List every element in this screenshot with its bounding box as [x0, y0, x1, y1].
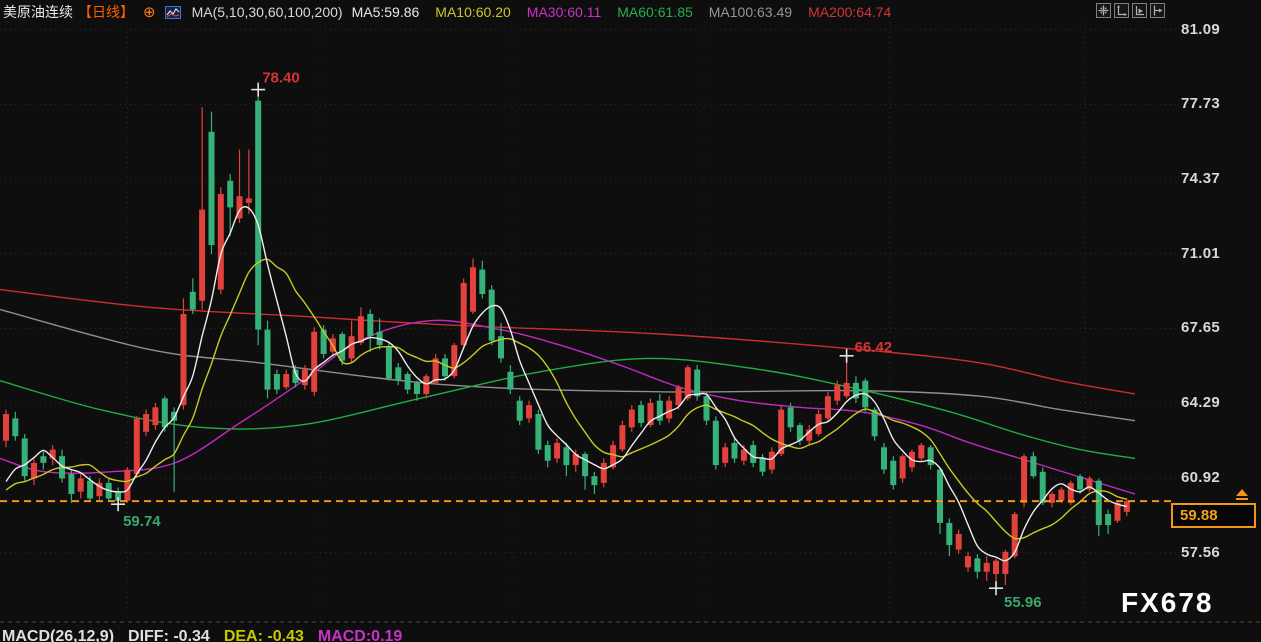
y-axis-label: 60.92	[1181, 469, 1220, 486]
ma5-line	[6, 207, 1127, 561]
price-tag-arrow-base	[1236, 498, 1248, 500]
extreme-price-label: 78.40	[262, 70, 300, 87]
macd-dea-value: DEA: -0.43	[224, 628, 304, 642]
grid-layer	[0, 22, 1261, 622]
extreme-price-label: 66.42	[855, 339, 893, 356]
ma-value: MA30:60.11	[527, 4, 601, 20]
ma30-line	[0, 320, 1135, 494]
macd-macd-value: MACD:0.19	[318, 628, 402, 642]
y-axis-label: 74.37	[1181, 170, 1220, 187]
chart-header: 美原油连续【日线】 ⊕ MA(5,10,30,60,100,200) MA5:5…	[3, 2, 891, 22]
macd-params-label: MACD(26,12,9)	[2, 628, 114, 642]
ma-value: MA100:63.49	[709, 4, 792, 20]
ma10-line	[6, 259, 1127, 539]
candles-layer	[3, 90, 1130, 589]
add-indicator-icon[interactable]: ⊕	[143, 3, 156, 21]
annotations-layer: 59.74 78.40 66.42 55.96	[111, 70, 1041, 612]
ma-value: MA200:64.74	[808, 4, 891, 20]
go-to-latest-icon[interactable]	[1150, 3, 1165, 18]
ma-value: MA10:60.20	[435, 4, 511, 20]
trading-chart-window: 59.74 78.40 66.42 55.96 美原油连续【日线】 ⊕ MA(5,10…	[0, 0, 1261, 642]
y-axis-label: 67.65	[1181, 319, 1220, 336]
y-axis-label: 81.09	[1181, 21, 1220, 38]
ma-fast-layer	[6, 207, 1127, 561]
y-axis-label: 77.73	[1181, 95, 1220, 112]
current-price-tag: 59.88	[1171, 503, 1256, 528]
macd-diff-value: DIFF: -0.34	[128, 628, 210, 642]
auto-scale-icon[interactable]	[1132, 3, 1147, 18]
chart-toolbar	[1096, 3, 1165, 18]
extreme-price-label: 59.74	[123, 513, 161, 530]
ma200-line	[0, 290, 1135, 394]
macd-indicator-bar: MACD(26,12,9) DIFF: -0.34 DEA: -0.43 MACD:0…	[2, 628, 416, 642]
pan-tool-icon[interactable]	[1096, 3, 1111, 18]
period-label: 【日线】	[78, 2, 134, 22]
ma-value: MA5:59.86	[352, 4, 420, 20]
ma-settings-label: MA(5,10,30,60,100,200)	[192, 4, 343, 20]
instrument-title: 美原油连续	[3, 2, 73, 22]
y-axis-label: 64.29	[1181, 394, 1220, 411]
y-axis-label: 71.01	[1181, 245, 1220, 262]
extreme-price-label: 55.96	[1004, 594, 1042, 611]
watermark: FX678	[1121, 587, 1214, 619]
x-axis-scale-icon[interactable]	[1114, 3, 1129, 18]
y-axis-label: 57.56	[1181, 544, 1220, 561]
ma-value: MA60:61.85	[617, 4, 693, 20]
ma60-line	[0, 358, 1135, 458]
ma-values: MA5:59.86 MA10:60.20 MA30:60.11 MA60:61.85 M…	[352, 4, 892, 20]
candlestick-chart[interactable]: 59.74 78.40 66.42 55.96	[0, 0, 1261, 642]
chart-type-icon[interactable]	[165, 6, 181, 19]
price-tag-arrow-icon[interactable]	[1236, 489, 1248, 496]
